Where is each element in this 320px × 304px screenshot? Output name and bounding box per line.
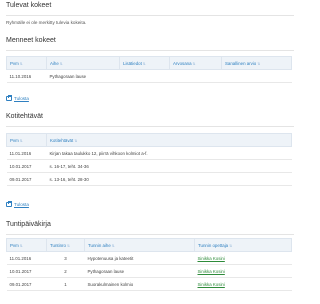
cell-lesson-topic: Pythagoraan lause xyxy=(84,264,195,278)
cell-lesson-number: 3 xyxy=(46,251,85,265)
column-header-lesson-teacher[interactable]: Tunnin opettaja xyxy=(194,238,292,252)
column-header-date[interactable]: Pvm xyxy=(6,133,47,147)
cell-lesson-number: 1 xyxy=(46,277,85,291)
cell-lesson-topic: Suorakulmainen kolmio xyxy=(84,277,195,291)
print-label: Tulosta xyxy=(14,202,29,207)
teacher-link[interactable]: Sinikka Kosini xyxy=(198,269,225,274)
lesson-diary-title: Tuntipäiväkirja xyxy=(6,221,51,228)
past-exams-title: Menneet kokeet xyxy=(6,37,56,44)
column-header-lesson-number[interactable]: Tuntinro xyxy=(46,238,85,252)
column-header-grade[interactable]: Arvosana xyxy=(169,56,222,70)
print-label: Tulosta xyxy=(14,96,29,101)
column-header-date[interactable]: Pvm xyxy=(6,238,47,252)
cell-grade xyxy=(169,69,222,83)
lesson-diary-table: Pvm Tuntinro Tunnin aihe Tunnin opettaja… xyxy=(6,238,292,291)
print-link[interactable]: Tulosta xyxy=(6,201,29,207)
cell-lesson-number: 2 xyxy=(46,264,85,278)
cell-topic: Pythagoraan lause xyxy=(46,69,120,83)
cell-task: Kirjan takaa taulukko 12, piirrä vihkoon… xyxy=(46,146,292,160)
cell-lesson-topic: Hypotenuusa ja kateetit xyxy=(84,251,195,265)
cell-task: s. 13-16, teht. 28-30 xyxy=(46,172,292,186)
homework-title: Kotitehtävät xyxy=(6,113,43,120)
cell-date: 11.10.2016 xyxy=(6,69,47,83)
table-row: 10.01.2017 2 Pythagoraan lause Sinikka K… xyxy=(6,264,292,278)
table-row: 09.01.2017 1 Suorakulmainen kolmio Sinik… xyxy=(6,277,292,291)
table-row: 11.01.2016 3 Hypotenuusa ja kateetit Sin… xyxy=(6,251,292,265)
column-header-verbal[interactable]: Sanallinen arvio xyxy=(221,56,292,70)
column-header-date[interactable]: Pvm xyxy=(6,56,47,70)
past-exams-table: Pvm Aihe Lisätiedot Arvosana Sanallinen … xyxy=(6,56,292,83)
divider xyxy=(6,15,294,16)
print-link[interactable]: Tulosta xyxy=(6,95,29,101)
table-row: 09.01.2017 s. 13-16, teht. 28-30 xyxy=(6,172,292,186)
printer-icon xyxy=(6,95,12,101)
table-row: 10.01.2017 s. 16-17, teht. 34-36 xyxy=(6,159,292,173)
cell-date: 10.01.2017 xyxy=(6,159,47,173)
divider xyxy=(6,126,294,127)
cell-date: 11.01.2016 xyxy=(6,251,47,265)
teacher-link[interactable]: Sinikka Kosini xyxy=(198,256,225,261)
upcoming-empty-text: Ryhmälle ei ole merkitty tulevia kokeita… xyxy=(6,20,87,25)
printer-icon xyxy=(6,201,12,207)
column-header-info[interactable]: Lisätiedot xyxy=(119,56,170,70)
divider xyxy=(6,50,294,51)
cell-date: 10.01.2017 xyxy=(6,264,47,278)
column-header-topic[interactable]: Aihe xyxy=(46,56,120,70)
cell-task: s. 16-17, teht. 34-36 xyxy=(46,159,292,173)
cell-verbal xyxy=(221,69,292,83)
homework-table: Pvm Kotitehtävät 11.01.2016 Kirjan takaa… xyxy=(6,133,292,186)
cell-date: 11.01.2016 xyxy=(6,146,47,160)
table-row: 11.01.2016 Kirjan takaa taulukko 12, pii… xyxy=(6,146,292,160)
column-header-lesson-topic[interactable]: Tunnin aihe xyxy=(84,238,195,252)
cell-date: 09.01.2017 xyxy=(6,172,47,186)
cell-info xyxy=(119,69,170,83)
teacher-link[interactable]: Sinikka Kosini xyxy=(198,282,225,287)
divider xyxy=(6,234,294,235)
column-header-homework[interactable]: Kotitehtävät xyxy=(46,133,292,147)
cell-date: 09.01.2017 xyxy=(6,277,47,291)
table-row: 11.10.2016 Pythagoraan lause xyxy=(6,69,292,83)
upcoming-exams-title: Tulevat kokeet xyxy=(6,2,52,9)
